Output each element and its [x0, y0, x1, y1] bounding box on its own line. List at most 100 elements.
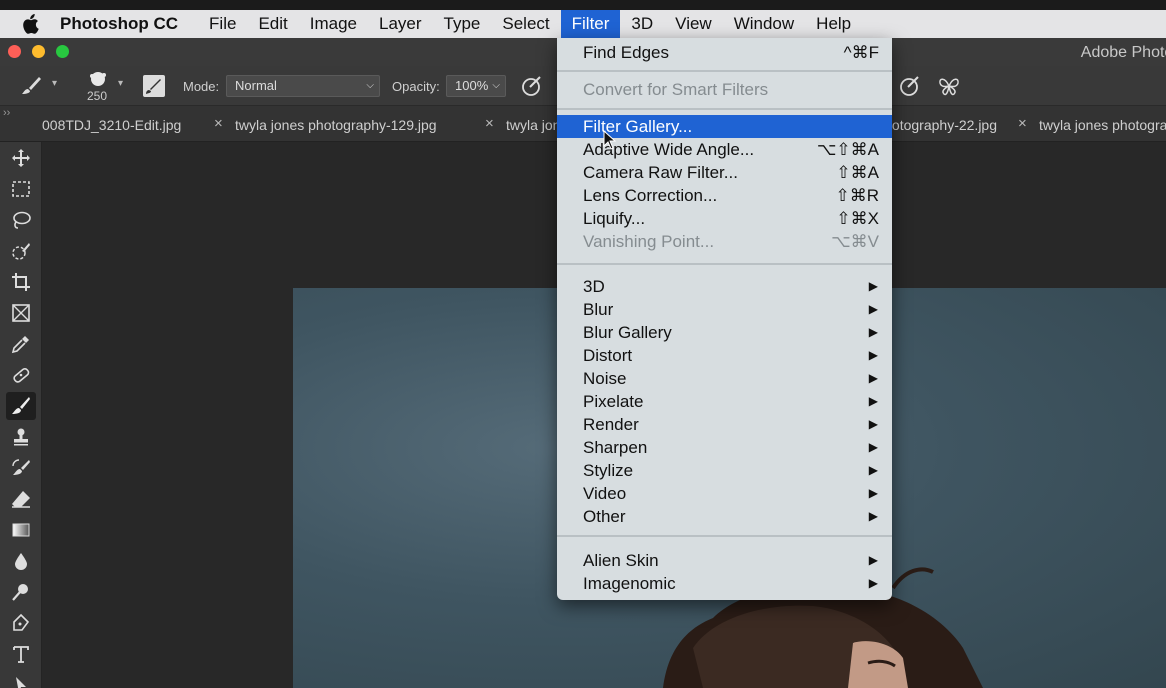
submenu-arrow-icon: ▶ — [868, 463, 878, 477]
eraser-tool-icon[interactable] — [6, 485, 36, 513]
menu-item-label: Render — [583, 415, 639, 434]
tab-document-2[interactable]: twyla jones photography-129.jpg — [235, 117, 437, 133]
menu-item-label: Noise — [583, 369, 627, 388]
lasso-tool-icon[interactable] — [6, 206, 36, 234]
brush-settings-icon[interactable] — [143, 75, 165, 97]
menu-file[interactable]: File — [198, 10, 247, 38]
tools-panel — [0, 142, 42, 688]
menu-item-label: Alien Skin — [583, 551, 659, 570]
mouse-cursor-icon — [603, 129, 617, 150]
submenu-arrow-icon: ▶ — [868, 417, 878, 431]
tab-document-3-start[interactable]: twyla jones — [506, 117, 557, 133]
clone-stamp-tool-icon[interactable] — [6, 423, 36, 451]
menu-item-label: Stylize — [583, 461, 634, 480]
opacity-chevron-icon: ⌵ — [492, 80, 500, 91]
tab-document-3[interactable]: twyla jones photography-22.jpg — [892, 117, 997, 133]
submenu-arrow-icon: ▶ — [868, 553, 878, 567]
menu-view[interactable]: View — [664, 10, 723, 38]
menu-item-imagenomic[interactable]: Imagenomic ▶ — [557, 572, 892, 595]
dodge-tool-icon[interactable] — [6, 578, 36, 606]
menu-help[interactable]: Help — [805, 10, 862, 38]
menu-item-blur[interactable]: Blur ▶ — [557, 298, 892, 321]
minimize-window-button[interactable] — [32, 45, 45, 58]
pressure-opacity-icon[interactable] — [520, 75, 544, 97]
app-name[interactable]: Photoshop CC — [60, 14, 178, 34]
menu-item-blur-gallery[interactable]: Blur Gallery ▶ — [557, 321, 892, 344]
menu-item-vanishing-point: Vanishing Point... ⌥⌘V — [557, 230, 892, 253]
menu-item-render[interactable]: Render ▶ — [557, 413, 892, 436]
close-tab-4-icon[interactable]: × — [1018, 115, 1027, 132]
menu-item-find-edges[interactable]: Find Edges ^⌘F — [557, 41, 892, 64]
menu-item-other[interactable]: Other ▶ — [557, 505, 892, 528]
symmetry-butterfly-icon[interactable] — [937, 75, 961, 97]
menu-item-shortcut: ⇧⌘R — [835, 186, 879, 205]
blur-tool-icon[interactable] — [6, 547, 36, 575]
menu-item-camera-raw-filter[interactable]: Camera Raw Filter... ⇧⌘A — [557, 161, 892, 184]
menu-item-pixelate[interactable]: Pixelate ▶ — [557, 390, 892, 413]
menu-bar: Photoshop CC File Edit Image Layer Type … — [0, 10, 1166, 38]
pressure-size-icon[interactable] — [898, 75, 922, 97]
menu-item-label: Other — [583, 507, 626, 526]
brush-tool-icon[interactable] — [6, 392, 36, 420]
filter-menu-dropdown: Find Edges ^⌘F Convert for Smart Filters Fi… — [557, 38, 892, 600]
menu-select[interactable]: Select — [491, 10, 560, 38]
crop-tool-icon[interactable] — [6, 268, 36, 296]
history-brush-tool-icon[interactable] — [6, 454, 36, 482]
mode-select-value: Normal — [235, 78, 277, 93]
opacity-field[interactable]: 100% ⌵ — [446, 75, 506, 97]
tab-document-4[interactable]: twyla jones photography — [1039, 117, 1166, 133]
menu-item-stylize[interactable]: Stylize ▶ — [557, 459, 892, 482]
pen-tool-icon[interactable] — [6, 609, 36, 637]
menu-layer[interactable]: Layer — [368, 10, 433, 38]
menu-filter[interactable]: Filter — [560, 10, 621, 38]
menu-type[interactable]: Type — [433, 10, 492, 38]
menu-item-distort[interactable]: Distort ▶ — [557, 344, 892, 367]
submenu-arrow-icon: ▶ — [868, 394, 878, 408]
menu-item-shortcut: ⌥⌘V — [831, 232, 879, 251]
frame-tool-icon[interactable] — [6, 299, 36, 327]
maximize-window-button[interactable] — [56, 45, 69, 58]
close-tab-3-icon[interactable]: × — [485, 115, 494, 132]
menu-window[interactable]: Window — [723, 10, 805, 38]
apple-icon[interactable] — [0, 14, 60, 34]
tab-document-1[interactable]: 008TDJ_3210-Edit.jpg — [42, 117, 181, 133]
type-tool-icon[interactable] — [6, 640, 36, 668]
menu-edit[interactable]: Edit — [247, 10, 298, 38]
brush-size-chevron-icon[interactable]: ▾ — [118, 78, 123, 89]
menu-3d[interactable]: 3D — [620, 10, 664, 38]
close-tab-2-icon[interactable]: × — [214, 115, 223, 132]
quick-select-tool-icon[interactable] — [6, 237, 36, 265]
menu-item-lens-correction[interactable]: Lens Correction... ⇧⌘R — [557, 184, 892, 207]
move-tool-icon[interactable] — [6, 144, 36, 172]
menu-item-liquify[interactable]: Liquify... ⇧⌘X — [557, 207, 892, 230]
brush-tip-icon[interactable] — [86, 70, 110, 88]
top-strip — [0, 0, 1166, 10]
menu-item-video[interactable]: Video ▶ — [557, 482, 892, 505]
menu-item-convert-for-smart-filters: Convert for Smart Filters — [557, 78, 892, 101]
window-title: Adobe Photoshop — [1080, 44, 1166, 61]
panel-collapse-icon[interactable]: ›› — [3, 107, 10, 119]
menu-item-alien-skin[interactable]: Alien Skin ▶ — [557, 549, 892, 572]
menu-item-sharpen[interactable]: Sharpen ▶ — [557, 436, 892, 459]
menu-item-3d[interactable]: 3D ▶ — [557, 275, 892, 298]
menu-item-label: Lens Correction... — [583, 186, 718, 205]
menu-separator — [557, 108, 892, 110]
gradient-tool-icon[interactable] — [6, 516, 36, 544]
eyedropper-tool-icon[interactable] — [6, 330, 36, 358]
marquee-tool-icon[interactable] — [6, 175, 36, 203]
close-window-button[interactable] — [8, 45, 21, 58]
submenu-arrow-icon: ▶ — [868, 371, 878, 385]
menu-separator — [557, 263, 892, 265]
mode-select[interactable]: Normal ⌵ — [226, 75, 380, 97]
menu-image[interactable]: Image — [299, 10, 368, 38]
brush-preset-icon[interactable] — [16, 72, 46, 100]
menu-item-label: Vanishing Point... — [583, 232, 715, 251]
brush-preset-chevron-icon[interactable]: ▾ — [52, 78, 57, 89]
menu-item-noise[interactable]: Noise ▶ — [557, 367, 892, 390]
menu-item-label: Distort — [583, 346, 633, 365]
submenu-arrow-icon: ▶ — [868, 576, 878, 590]
submenu-arrow-icon: ▶ — [868, 509, 878, 523]
menu-item-label: Blur Gallery — [583, 323, 672, 342]
healing-brush-tool-icon[interactable] — [6, 361, 36, 389]
path-selection-tool-icon[interactable] — [6, 671, 36, 688]
